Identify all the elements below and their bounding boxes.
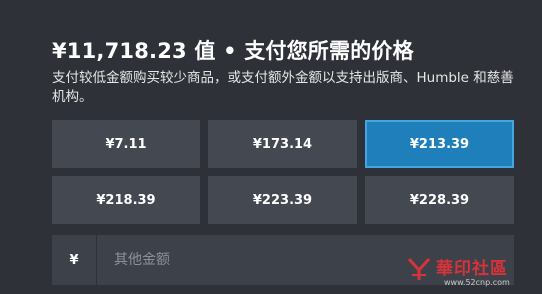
- price-option-button[interactable]: ¥173.14: [208, 120, 357, 168]
- watermark-text: 華印社區: [436, 259, 508, 279]
- watermark-logo-icon: [407, 257, 431, 280]
- pricing-panel: ¥11,718.23 值 • 支付您所需的价格 支付较低金额购买较少商品，或支付…: [0, 0, 542, 294]
- pricing-description: 支付较低金额购买较少商品，或支付额外金额以支持出版商、Humble 和慈善机构。: [52, 70, 514, 105]
- price-options-grid: ¥7.11 ¥173.14 ¥213.39 ¥218.39 ¥223.39 ¥2…: [52, 120, 514, 224]
- page-title: ¥11,718.23 值 • 支付您所需的价格: [52, 39, 414, 63]
- price-option-button[interactable]: ¥218.39: [52, 176, 200, 224]
- watermark: 華印社區 www.52cnp.com: [406, 254, 538, 292]
- price-option-button-selected[interactable]: ¥213.39: [365, 120, 514, 168]
- price-option-button[interactable]: ¥7.11: [52, 120, 200, 168]
- price-option-button[interactable]: ¥228.39: [365, 176, 514, 224]
- price-option-button[interactable]: ¥223.39: [208, 176, 357, 224]
- currency-symbol: ¥: [52, 235, 96, 285]
- watermark-url: www.52cnp.com: [444, 278, 510, 287]
